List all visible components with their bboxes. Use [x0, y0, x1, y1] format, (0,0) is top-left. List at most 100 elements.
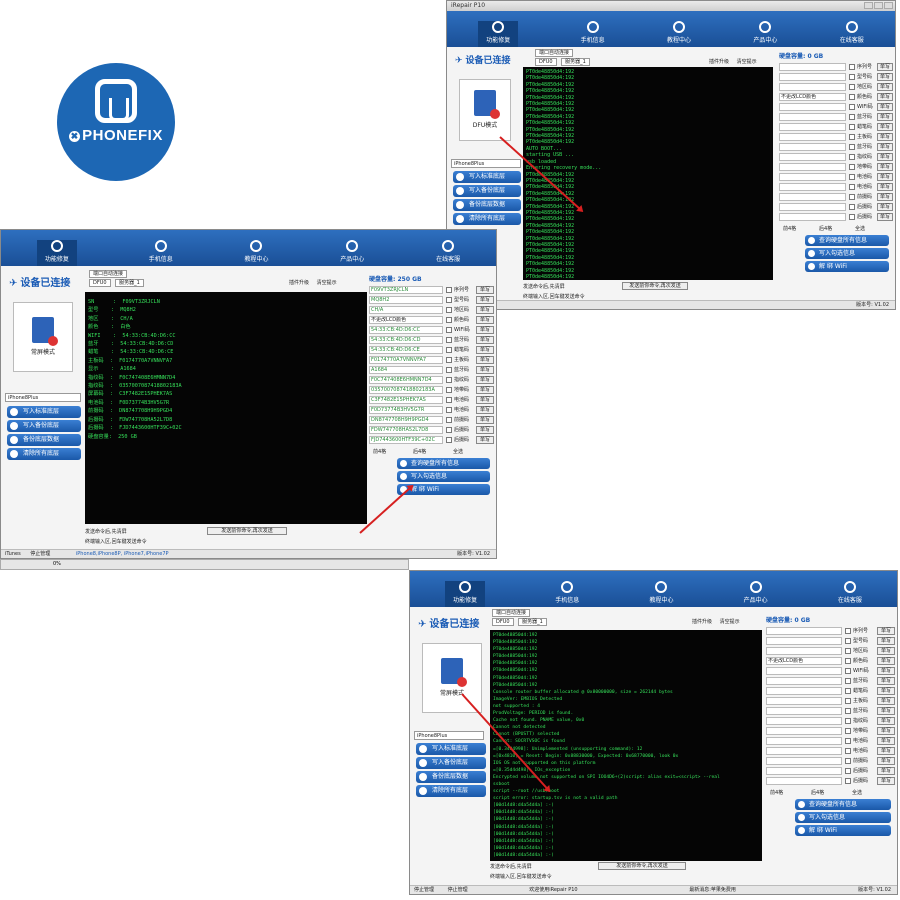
- field-checkbox[interactable]: [849, 154, 855, 160]
- field-value[interactable]: [766, 747, 842, 755]
- model-select[interactable]: iPhone8Plus: [451, 159, 521, 168]
- write-selected-button[interactable]: 写入勾选信息: [805, 248, 889, 259]
- command-hint[interactable]: 终端输入区,回车键发送命令: [490, 873, 552, 880]
- check-last[interactable]: 后4格: [413, 448, 426, 455]
- terminal-output[interactable]: SN : F09VT3ZRJCLN 型号 : MQ8H2 地区 : CH/A 颜色 :…: [85, 292, 367, 524]
- single-write-button[interactable]: 单写: [877, 153, 893, 161]
- write-backup-button[interactable]: 写入备份底层: [453, 185, 521, 197]
- field-checkbox[interactable]: [446, 287, 452, 293]
- field-value[interactable]: [766, 647, 842, 655]
- field-checkbox[interactable]: [849, 194, 855, 200]
- backup-data-button[interactable]: 备份底层数据: [7, 434, 81, 446]
- field-checkbox[interactable]: [849, 114, 855, 120]
- single-write-button[interactable]: 单写: [877, 717, 895, 725]
- field-checkbox[interactable]: [845, 688, 851, 694]
- dfu-mode-card[interactable]: DFU模式: [459, 79, 511, 141]
- field-checkbox[interactable]: [849, 104, 855, 110]
- field-checkbox[interactable]: [849, 94, 855, 100]
- tab-tutorials[interactable]: 教程中心: [244, 240, 269, 266]
- single-write-button[interactable]: 单写: [877, 687, 895, 695]
- check-all[interactable]: 全选: [852, 789, 862, 796]
- single-write-button[interactable]: 单写: [877, 113, 893, 121]
- clear-all-button[interactable]: 清除所有底层: [416, 785, 486, 797]
- terminal-output[interactable]: PT0de48850d4:192 PT0de48850d4:192 PT0de488…: [523, 67, 773, 280]
- single-write-button[interactable]: 单写: [877, 727, 895, 735]
- field-value[interactable]: A1684: [369, 366, 443, 374]
- single-write-button[interactable]: 单写: [877, 637, 895, 645]
- tab-repair[interactable]: 功能修复: [478, 21, 519, 47]
- field-value[interactable]: [766, 687, 842, 695]
- tab-tutorials[interactable]: 教程中心: [667, 21, 691, 47]
- field-value[interactable]: CH/A: [369, 306, 443, 314]
- single-write-button[interactable]: 单写: [877, 173, 893, 181]
- field-value[interactable]: F09VT3ZRJCLN: [369, 286, 443, 294]
- field-value[interactable]: C3F7482E15PHEK7AS: [369, 396, 443, 404]
- clear-all-button[interactable]: 清除所有底层: [453, 213, 521, 225]
- single-write-button[interactable]: 单写: [476, 416, 494, 424]
- field-checkbox[interactable]: [446, 337, 452, 343]
- field-checkbox[interactable]: [446, 297, 452, 303]
- field-checkbox[interactable]: [845, 668, 851, 674]
- single-write-button[interactable]: 单写: [877, 93, 893, 101]
- field-checkbox[interactable]: [849, 84, 855, 90]
- field-value[interactable]: [779, 183, 846, 191]
- single-write-button[interactable]: 单写: [476, 406, 494, 414]
- write-selected-button[interactable]: 写入勾选信息: [397, 471, 490, 482]
- check-all[interactable]: 全选: [855, 225, 865, 232]
- port-select[interactable]: DFU0: [89, 279, 111, 287]
- single-write-button[interactable]: 单写: [877, 767, 895, 775]
- port-select[interactable]: DFU0: [492, 618, 514, 626]
- field-checkbox[interactable]: [446, 307, 452, 313]
- plugin-upgrade-button[interactable]: 插件升级: [709, 59, 729, 65]
- model-select[interactable]: iPhone8Plus: [5, 393, 81, 402]
- single-write-button[interactable]: 单写: [476, 316, 494, 324]
- field-value[interactable]: [779, 83, 846, 91]
- field-value[interactable]: 54:33:CB:4D:D6:CD: [369, 336, 443, 344]
- field-checkbox[interactable]: [849, 74, 855, 80]
- single-write-button[interactable]: 单写: [877, 63, 893, 71]
- single-write-button[interactable]: 单写: [877, 183, 893, 191]
- tab-phone-info[interactable]: 手机信息: [149, 240, 173, 266]
- single-write-button[interactable]: 单写: [877, 657, 895, 665]
- field-checkbox[interactable]: [446, 347, 452, 353]
- single-write-button[interactable]: 单写: [476, 346, 494, 354]
- single-write-button[interactable]: 单写: [877, 647, 895, 655]
- field-checkbox[interactable]: [845, 738, 851, 744]
- single-write-button[interactable]: 单写: [476, 356, 494, 364]
- single-write-button[interactable]: 单写: [877, 667, 895, 675]
- field-checkbox[interactable]: [845, 678, 851, 684]
- field-value[interactable]: [779, 123, 846, 131]
- field-checkbox[interactable]: [845, 638, 851, 644]
- port-select[interactable]: DFU0: [535, 58, 557, 66]
- field-value[interactable]: MQ8H2: [369, 296, 443, 304]
- field-checkbox[interactable]: [845, 718, 851, 724]
- tab-repair[interactable]: 功能修复: [445, 581, 486, 607]
- clear-after-send-checkbox[interactable]: 发送命令后,先清屏: [523, 283, 565, 290]
- check-last[interactable]: 后4格: [819, 225, 832, 232]
- single-write-button[interactable]: 单写: [476, 396, 494, 404]
- port-auto-checkbox[interactable]: 端口自动连接: [535, 49, 574, 57]
- write-standard-button[interactable]: 写入标准底层: [453, 171, 521, 183]
- single-write-button[interactable]: 单写: [877, 757, 895, 765]
- single-write-button[interactable]: 单写: [877, 143, 893, 151]
- field-value[interactable]: [779, 133, 846, 141]
- field-value[interactable]: FDW747708HA52L7D8: [369, 426, 443, 434]
- single-write-button[interactable]: 单写: [877, 777, 895, 785]
- single-write-button[interactable]: 单写: [877, 737, 895, 745]
- field-checkbox[interactable]: [446, 377, 452, 383]
- field-checkbox[interactable]: [849, 134, 855, 140]
- field-checkbox[interactable]: [849, 174, 855, 180]
- single-write-button[interactable]: 单写: [877, 103, 893, 111]
- field-value[interactable]: [779, 193, 846, 201]
- write-standard-button[interactable]: 写入标准底层: [416, 743, 486, 755]
- field-value[interactable]: [766, 707, 842, 715]
- field-value[interactable]: [779, 163, 846, 171]
- field-checkbox[interactable]: [845, 698, 851, 704]
- single-write-button[interactable]: 单写: [877, 133, 893, 141]
- minimize-button[interactable]: [864, 2, 873, 9]
- field-checkbox[interactable]: [446, 427, 452, 433]
- field-checkbox[interactable]: [446, 357, 452, 363]
- field-value[interactable]: [766, 727, 842, 735]
- single-write-button[interactable]: 单写: [877, 203, 893, 211]
- command-hint[interactable]: 终端输入区,回车键发送命令: [85, 538, 147, 545]
